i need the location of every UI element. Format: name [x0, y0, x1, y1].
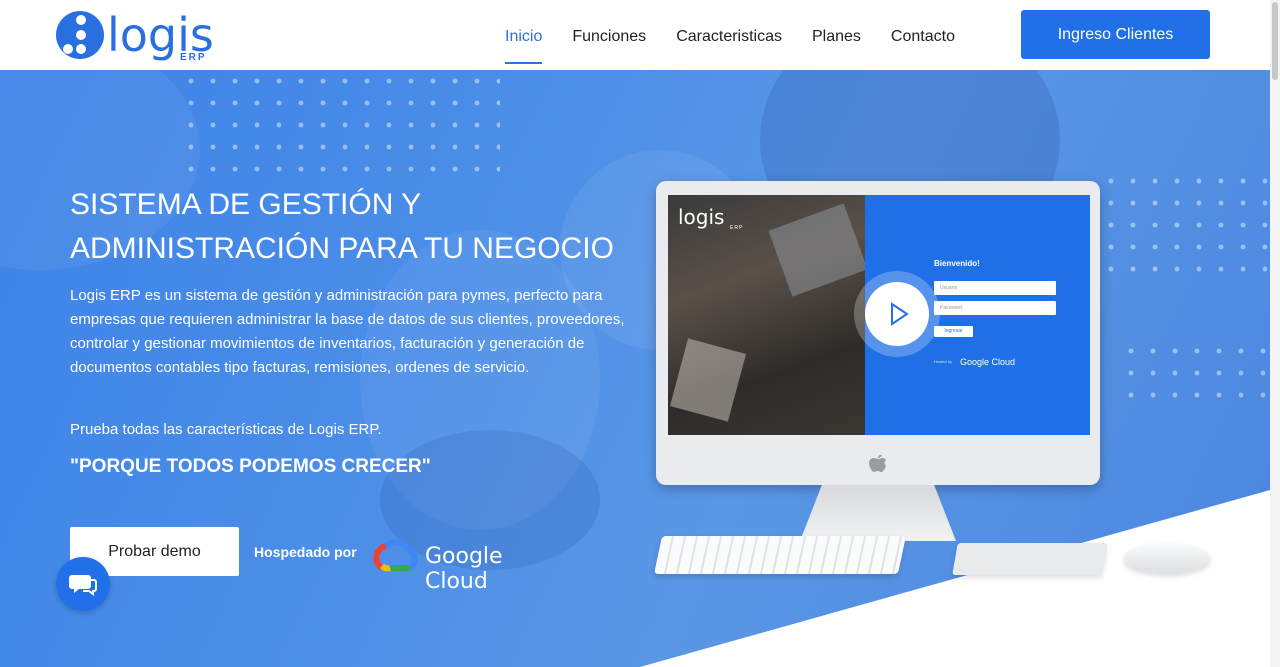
google-cloud-icon: [373, 539, 418, 572]
hero-description: Logis ERP es un sistema de gestión y adm…: [70, 287, 625, 376]
login-hosted-label: Hosted by: [934, 359, 953, 364]
login-welcome: Bienvenido!: [934, 259, 980, 268]
google-cloud-logo: Google Cloud: [372, 536, 562, 594]
login-password-field: Password: [934, 301, 1056, 315]
logo-mark-icon: [56, 11, 104, 59]
login-user-field: Usuario: [934, 281, 1056, 295]
hero-title-line1: SISTEMA DE GESTIÓN Y: [70, 188, 422, 221]
scrollbar-thumb[interactable]: [1272, 2, 1278, 80]
chat-button[interactable]: [56, 557, 110, 611]
site-header: logis ERP Inicio Funciones Caracteristic…: [0, 0, 1280, 70]
hero-try-text: Prueba todas las características de Logi…: [70, 421, 382, 438]
hero-slogan: "PORQUE TODOS PODEMOS CRECER": [70, 456, 431, 477]
nav-caracteristicas[interactable]: Caracteristicas: [676, 22, 782, 58]
paper-shape: [669, 338, 747, 422]
client-login-button[interactable]: Ingreso Clientes: [1021, 10, 1210, 59]
play-button-circle: [865, 282, 929, 346]
play-icon: [891, 302, 909, 326]
play-video-button[interactable]: [854, 271, 940, 357]
nav-inicio[interactable]: Inicio: [505, 22, 543, 64]
login-google-cloud: Google Cloud: [960, 357, 1016, 367]
trackpad-image: [952, 543, 1108, 575]
login-submit: Ingresar: [934, 326, 973, 337]
keyboard-image: [653, 536, 907, 574]
logo-subtext: ERP: [180, 52, 207, 63]
nav-planes[interactable]: Planes: [812, 22, 861, 58]
nav-funciones[interactable]: Funciones: [572, 22, 646, 58]
logis-logo[interactable]: logis ERP: [54, 9, 214, 63]
hero-title-line2: ADMINISTRACIÓN PARA TU NEGOCIO: [70, 232, 614, 265]
app-screen: logis ERP Bienvenido! Usuario Password I…: [668, 195, 1090, 435]
screen-logo: logis: [678, 205, 725, 229]
hero-title: SISTEMA DE GESTIÓN Y ADMINISTRACIÓN PARA…: [70, 183, 670, 271]
apple-logo-icon: [869, 454, 886, 472]
mouse-image: [1124, 543, 1210, 573]
screen-logo-sub: ERP: [730, 225, 744, 231]
nav-contacto[interactable]: Contacto: [891, 22, 955, 58]
google-cloud-label: Google Cloud: [425, 544, 503, 594]
page-scrollbar[interactable]: [1270, 0, 1280, 667]
screen-photo: logis ERP: [668, 195, 868, 435]
chat-bubble-icon: [69, 575, 97, 596]
imac-mockup: logis ERP Bienvenido! Usuario Password I…: [656, 181, 1100, 485]
hosted-by-label: Hospedado por: [254, 544, 357, 560]
hero-section: SISTEMA DE GESTIÓN Y ADMINISTRACIÓN PARA…: [0, 70, 1270, 667]
main-nav: Inicio Funciones Caracteristicas Planes …: [505, 22, 985, 64]
laptop-shape: [768, 203, 868, 297]
imac-stand: [800, 485, 956, 541]
